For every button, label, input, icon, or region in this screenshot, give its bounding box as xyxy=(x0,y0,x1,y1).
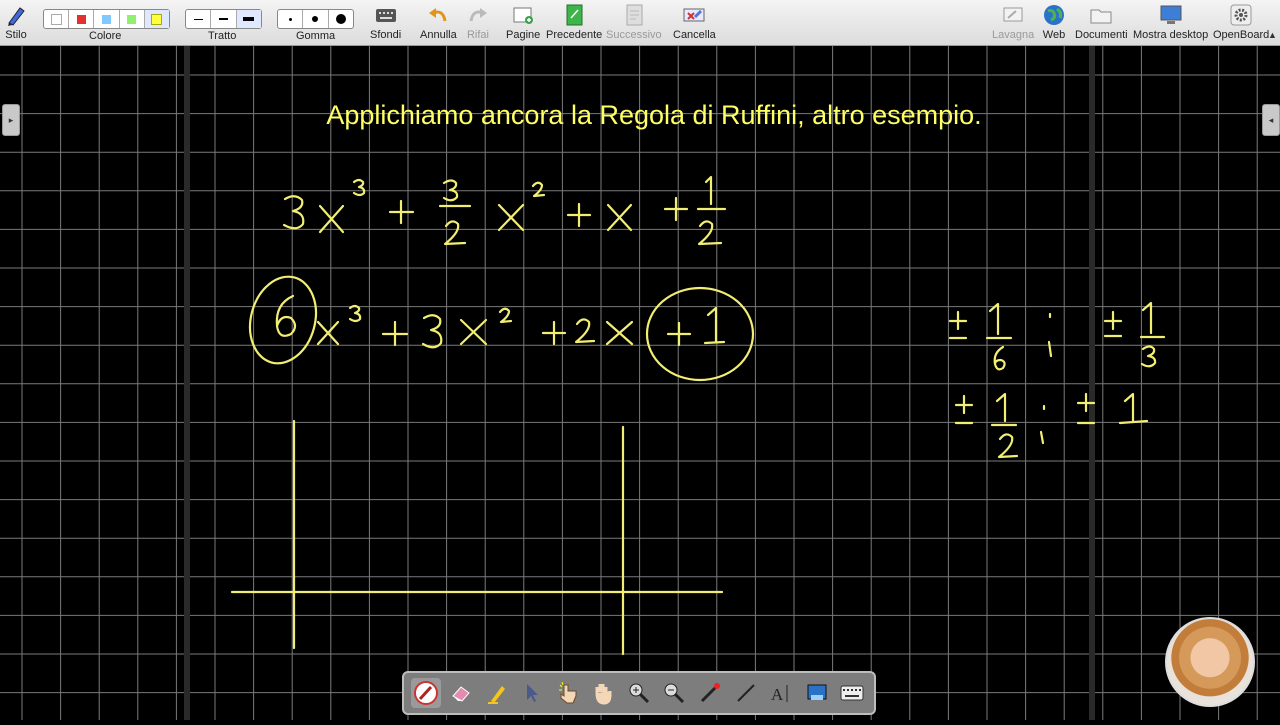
show-desktop-button[interactable]: Mostra desktop xyxy=(1133,4,1208,42)
previous-page-button[interactable]: Precedente xyxy=(546,4,602,42)
candidate-roots xyxy=(948,301,1166,459)
web-button[interactable]: Web xyxy=(1042,4,1066,42)
text-tool-button[interactable]: A xyxy=(766,678,796,708)
keyboard-grid-icon xyxy=(374,4,398,26)
left-palette-toggle[interactable]: ▸ xyxy=(2,104,20,136)
line-tool-button[interactable] xyxy=(731,678,761,708)
eraser-medium[interactable] xyxy=(303,10,329,28)
tool-stylus[interactable]: Stilo xyxy=(4,4,28,42)
zoom-out-tool-icon xyxy=(664,683,685,704)
polynomial-original xyxy=(282,175,727,246)
interactor-tool-icon xyxy=(558,681,577,704)
collapse-toolbar-icon[interactable]: ▲ xyxy=(1268,30,1277,40)
redo-icon xyxy=(466,4,490,26)
capture-tool-icon xyxy=(807,684,827,700)
next-page-button[interactable]: Successivo xyxy=(606,4,662,42)
monitor-icon xyxy=(1159,4,1183,26)
clear-page-icon xyxy=(682,4,706,26)
board-drawing: Applichiamo ancora la Regola di Ruffini,… xyxy=(0,46,1280,720)
eraser-tool-icon xyxy=(452,686,471,702)
stroke-medium[interactable] xyxy=(211,10,237,28)
text-tool-icon: A xyxy=(771,685,788,704)
color-yellow[interactable] xyxy=(144,10,170,28)
board-title: Applichiamo ancora la Regola di Ruffini,… xyxy=(326,100,981,130)
color-light-blue[interactable] xyxy=(94,10,120,28)
background-grid xyxy=(0,46,1280,720)
add-page-icon xyxy=(511,4,535,26)
polynomial-multiplied xyxy=(248,275,755,382)
stroke-thin[interactable] xyxy=(186,10,212,28)
next-page-icon xyxy=(622,4,646,26)
add-page-button[interactable]: Pagine xyxy=(506,4,540,42)
presenter-webcam-avatar xyxy=(1165,617,1255,707)
laser-pointer-button[interactable] xyxy=(695,678,725,708)
previous-page-icon xyxy=(562,4,586,26)
marker-tool-icon xyxy=(487,686,505,704)
stroke-width-selector xyxy=(185,9,262,29)
ruffini-table xyxy=(230,419,724,656)
whiteboard-canvas[interactable]: Applichiamo ancora la Regola di Ruffini,… xyxy=(0,46,1280,720)
backgrounds-button[interactable]: Sfondi xyxy=(370,4,401,42)
laser-pointer-icon xyxy=(700,683,721,703)
pen-icon xyxy=(4,4,28,26)
eraser-small[interactable] xyxy=(278,10,304,28)
line-tool-icon xyxy=(736,684,755,702)
settings-icon xyxy=(1229,4,1253,26)
main-toolbar: Stilo Colore Tratto Gomma Sfondi Annulla xyxy=(0,0,1280,46)
board-icon xyxy=(1001,4,1025,26)
eraser-size-selector xyxy=(277,9,354,29)
tools-dock: A xyxy=(402,671,876,715)
hand-tool-icon xyxy=(595,684,612,705)
eraser-tool-button[interactable] xyxy=(446,678,476,708)
zoom-out-tool-button[interactable] xyxy=(659,678,689,708)
folder-icon xyxy=(1089,4,1113,26)
marker-tool-button[interactable] xyxy=(482,678,512,708)
capture-tool-button[interactable] xyxy=(802,678,832,708)
interactor-tool-button[interactable] xyxy=(553,678,583,708)
documents-button[interactable]: Documenti xyxy=(1075,4,1128,42)
hand-tool-button[interactable] xyxy=(588,678,618,708)
clear-page-button[interactable]: Cancella xyxy=(673,4,716,42)
color-white[interactable] xyxy=(44,10,70,28)
selector-tool-button[interactable] xyxy=(517,678,547,708)
undo-button[interactable]: Annulla xyxy=(420,4,457,42)
pen-tool-icon xyxy=(413,681,438,705)
board-mode-button[interactable]: Lavagna xyxy=(992,4,1034,42)
color-red[interactable] xyxy=(69,10,95,28)
zoom-in-tool-icon xyxy=(629,683,650,704)
pen-tool-button[interactable] xyxy=(410,678,441,708)
right-palette-toggle[interactable]: ◂ xyxy=(1262,104,1280,136)
zoom-in-tool-button[interactable] xyxy=(624,678,654,708)
selector-tool-icon xyxy=(527,684,539,702)
color-palette xyxy=(43,9,170,29)
redo-button[interactable]: Rifai xyxy=(466,4,490,42)
virtual-keyboard-button[interactable] xyxy=(837,678,867,708)
stroke-thick[interactable] xyxy=(236,10,261,28)
color-green[interactable] xyxy=(120,10,145,28)
svg-text:A: A xyxy=(771,685,784,704)
virtual-keyboard-icon xyxy=(840,685,864,701)
globe-icon xyxy=(1042,4,1066,26)
undo-icon xyxy=(426,4,450,26)
openboard-menu-button[interactable]: OpenBoard xyxy=(1213,4,1269,42)
eraser-large[interactable] xyxy=(329,10,353,28)
